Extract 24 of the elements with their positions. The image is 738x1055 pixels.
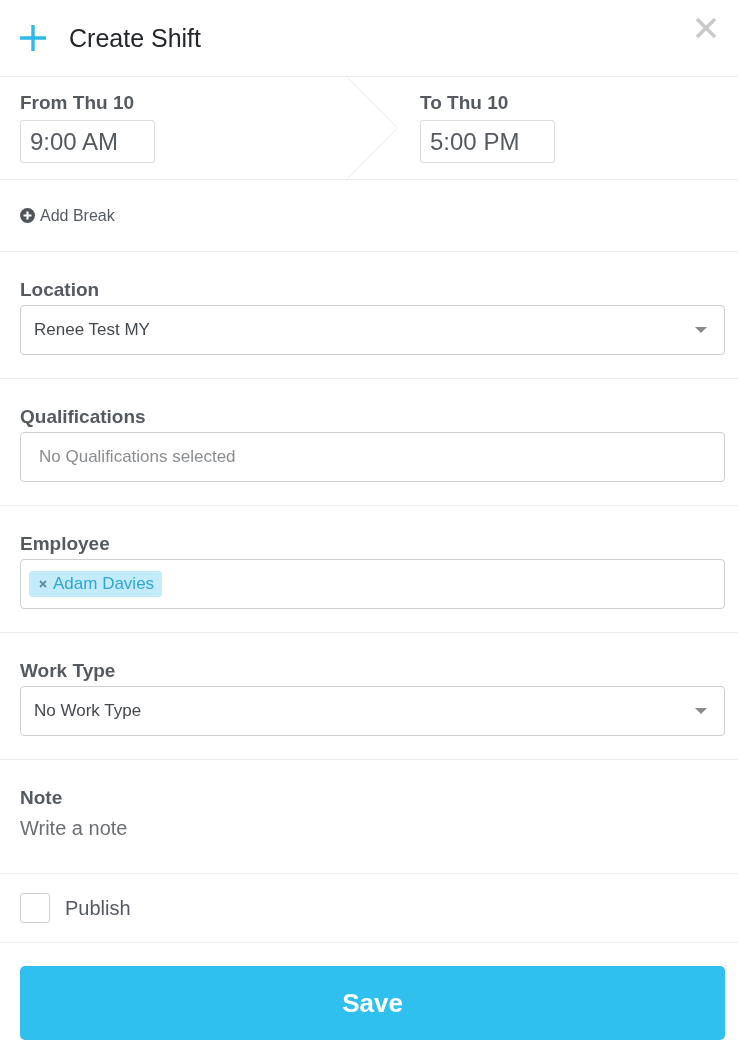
caret-icon xyxy=(695,708,707,714)
field-label: Location xyxy=(20,279,100,301)
from-label: From Thu 10 xyxy=(20,93,134,113)
checkbox-label: Publish xyxy=(65,896,131,920)
field-label: Qualifications xyxy=(20,406,146,428)
dropdown[interactable]: No Work Type xyxy=(20,686,725,736)
field-label: Employee xyxy=(20,533,110,555)
caret-icon xyxy=(695,327,707,333)
start-time-field[interactable]: 9:00 AM xyxy=(20,120,155,163)
tag-label: Adam Davies xyxy=(53,574,155,594)
checkbox[interactable] xyxy=(20,893,50,923)
field-label: Note xyxy=(20,787,63,809)
multiselect-field[interactable]: No Qualifications selected xyxy=(20,432,725,482)
dropdown[interactable]: Renee Test MY xyxy=(20,305,725,355)
close-icon[interactable] xyxy=(695,17,717,39)
close-icon[interactable] xyxy=(39,580,47,588)
dialog-title: Create Shift xyxy=(69,23,201,53)
field-label: Work Type xyxy=(20,660,116,682)
add-break-link[interactable]: Add Break xyxy=(20,206,115,225)
end-time-field[interactable]: 5:00 PM xyxy=(420,120,555,163)
plus-circle-icon xyxy=(20,208,35,223)
to-label: To Thu 10 xyxy=(420,93,509,113)
plus-icon xyxy=(20,25,46,51)
note-field[interactable]: Write a note xyxy=(20,817,320,839)
